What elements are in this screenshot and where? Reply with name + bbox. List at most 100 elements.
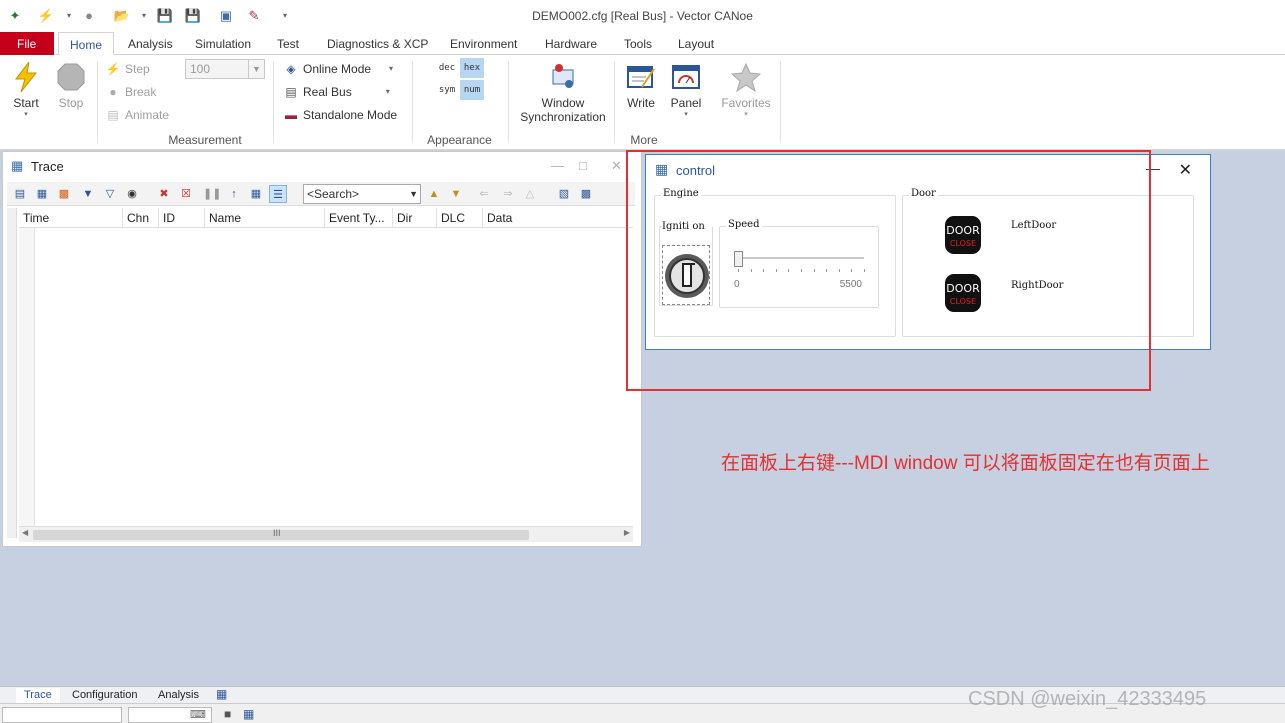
chevron-down-icon: ▼ bbox=[409, 189, 418, 199]
standalone-mode-button[interactable]: ▬ Standalone Mode bbox=[283, 106, 397, 124]
step-icon: ⚡ bbox=[105, 62, 121, 76]
scroll-right-icon[interactable]: ▶ bbox=[624, 528, 630, 537]
column-header-dlc[interactable]: DLC bbox=[437, 208, 483, 228]
close-icon[interactable]: ✕ bbox=[611, 158, 622, 174]
new-filter-icon[interactable]: ▤ bbox=[11, 185, 29, 203]
search-backward-icon[interactable]: ▼ bbox=[447, 185, 465, 203]
pause-icon[interactable]: ❚❚ bbox=[203, 185, 221, 203]
column-header-data[interactable]: Data bbox=[483, 208, 633, 228]
favorites-dropdown-icon[interactable]: ▾ bbox=[716, 110, 776, 118]
hex-toggle[interactable]: hex bbox=[460, 58, 484, 78]
column-header-id[interactable]: ID bbox=[159, 208, 205, 228]
animate-button[interactable]: ▤ Animate bbox=[105, 106, 169, 124]
maximize-icon[interactable]: □ bbox=[579, 158, 587, 173]
window-layout-icon[interactable]: ▧ bbox=[555, 185, 573, 203]
marker-icon[interactable]: △ bbox=[521, 185, 539, 203]
step-button[interactable]: ⚡ Step bbox=[105, 60, 150, 78]
annotation-note: 在面板上右键---MDI window 可以将面板固定在也有页面上 bbox=[721, 453, 1210, 474]
title-bar: ✦ ⚡ ▾ ● 📂 ▾ 💾 💾 ▣ ✎ ▾ DEMO002.cfg [Real … bbox=[0, 0, 1285, 32]
minimize-icon[interactable]: — bbox=[551, 158, 564, 173]
column-header-dir[interactable]: Dir bbox=[393, 208, 437, 228]
scrollbar-thumb[interactable]: III bbox=[33, 528, 529, 540]
break-button[interactable]: ● Break bbox=[105, 83, 156, 101]
write-label: Write bbox=[627, 96, 655, 110]
column-header-name[interactable]: Name bbox=[205, 208, 325, 228]
write-button[interactable]: Write bbox=[620, 61, 662, 110]
stop-status-icon: ■ bbox=[224, 707, 232, 721]
online-mode-icon: ◈ bbox=[286, 62, 296, 76]
column-config-icon[interactable]: ▦ bbox=[33, 185, 51, 203]
chevron-down-icon: ▼ bbox=[248, 60, 264, 78]
favorites-button[interactable]: Favorites ▾ bbox=[716, 61, 776, 118]
desktop-tab-configuration[interactable]: Configuration bbox=[64, 688, 145, 703]
window-title: DEMO002.cfg [Real Bus] - Vector CANoe bbox=[532, 9, 753, 23]
clear-filter-icon[interactable]: ☒ bbox=[177, 185, 195, 203]
scroll-mode-icon[interactable]: ☰ bbox=[269, 185, 287, 203]
trace-left-splitter[interactable] bbox=[7, 208, 17, 538]
close-icon[interactable]: ✕ bbox=[1179, 160, 1192, 180]
window-sync-icon bbox=[547, 61, 579, 93]
lightning-icon bbox=[10, 61, 42, 93]
standalone-mode-icon: ▬ bbox=[285, 108, 297, 122]
trace-search-combo[interactable]: <Search> ▼ bbox=[303, 184, 421, 204]
panel-button[interactable]: Panel ▾ bbox=[666, 61, 706, 118]
real-bus-label: Real Bus bbox=[303, 85, 352, 99]
favorites-label: Favorites bbox=[721, 96, 771, 110]
tab-layout[interactable]: Layout bbox=[667, 32, 725, 55]
start-dropdown-icon[interactable]: ▾ bbox=[8, 110, 44, 118]
clear-icon[interactable]: ✖ bbox=[155, 185, 173, 203]
window-synchronization-button[interactable]: Window Synchronization bbox=[516, 61, 610, 124]
time-mode-icon[interactable]: ↑ bbox=[225, 185, 243, 203]
tab-environment[interactable]: Environment bbox=[439, 32, 528, 55]
scroll-left-icon[interactable]: ◀ bbox=[22, 528, 28, 537]
dec-toggle[interactable]: dec bbox=[435, 58, 459, 78]
column-header-chn[interactable]: Chn bbox=[123, 208, 159, 228]
tab-diagnostics-xcp[interactable]: Diagnostics & XCP bbox=[316, 32, 439, 55]
separator bbox=[412, 61, 413, 143]
tab-simulation[interactable]: Simulation bbox=[184, 32, 262, 55]
tab-test[interactable]: Test bbox=[266, 32, 310, 55]
tab-analysis[interactable]: Analysis bbox=[117, 32, 184, 55]
watermark: CSDN @weixin_42333495 bbox=[968, 688, 1207, 710]
ribbon-home: Start ▾ Stop ⚡ Step ● Break ▤ Animate 10… bbox=[0, 55, 1285, 150]
trace-column-header: Time Chn ID Name Event Ty... Dir DLC Dat… bbox=[19, 208, 633, 228]
real-bus-button[interactable]: ▤ Real Bus ▾ bbox=[283, 83, 389, 101]
separator bbox=[614, 61, 615, 143]
desktop-tab-trace[interactable]: Trace bbox=[16, 688, 60, 703]
trace-title: Trace bbox=[31, 159, 64, 174]
scrollbar-grip: III bbox=[273, 528, 281, 538]
back-icon[interactable]: ⇐ bbox=[475, 185, 493, 203]
tab-home[interactable]: Home bbox=[58, 32, 115, 55]
animate-speed-combo[interactable]: 100 ▼ bbox=[185, 59, 265, 79]
trace-window: ▦ Trace — □ ✕ ▤ ▦ ▩ ▼ ▽ ◉ ✖ ☒ ❚❚ ↑ ▦ ☰ <… bbox=[2, 151, 642, 547]
options-icon[interactable]: ▩ bbox=[577, 185, 595, 203]
search-forward-icon[interactable]: ▲ bbox=[425, 185, 443, 203]
num-toggle[interactable]: num bbox=[460, 80, 484, 100]
detail-view-icon[interactable]: ▩ bbox=[55, 185, 73, 203]
star-icon bbox=[730, 61, 762, 93]
tab-file[interactable]: File bbox=[0, 32, 54, 55]
export-icon[interactable]: ▦ bbox=[247, 185, 265, 203]
new-desktop-icon[interactable]: ▦ bbox=[216, 687, 227, 701]
trace-row-gutter bbox=[19, 228, 35, 528]
write-status-icon: ▦ bbox=[243, 707, 255, 721]
sym-toggle[interactable]: sym bbox=[435, 80, 459, 100]
tab-tools[interactable]: Tools bbox=[613, 32, 663, 55]
desktop-tab-analysis[interactable]: Analysis bbox=[150, 688, 207, 703]
appearance-group-label: Appearance bbox=[427, 133, 492, 147]
online-mode-button[interactable]: ◈ Online Mode ▾ bbox=[283, 60, 393, 78]
column-header-time[interactable]: Time bbox=[19, 208, 123, 228]
forward-icon[interactable]: ⇒ bbox=[499, 185, 517, 203]
panel-dropdown-icon[interactable]: ▾ bbox=[666, 110, 706, 118]
column-header-event-type[interactable]: Event Ty... bbox=[325, 208, 393, 228]
start-button[interactable]: Start ▾ bbox=[8, 61, 44, 118]
filter-edit-icon[interactable]: ▽ bbox=[101, 185, 119, 203]
find-icon[interactable]: ◉ bbox=[123, 185, 141, 203]
tab-hardware[interactable]: Hardware bbox=[534, 32, 608, 55]
trace-horizontal-scrollbar[interactable]: ◀ III ▶ bbox=[19, 526, 633, 542]
step-label: Step bbox=[125, 62, 150, 76]
filter-icon[interactable]: ▼ bbox=[79, 185, 97, 203]
trace-toolbar: ▤ ▦ ▩ ▼ ▽ ◉ ✖ ☒ ❚❚ ↑ ▦ ☰ <Search> ▼ ▲ ▼ … bbox=[7, 182, 635, 206]
break-label: Break bbox=[125, 85, 157, 99]
stop-button[interactable]: Stop bbox=[53, 61, 89, 110]
